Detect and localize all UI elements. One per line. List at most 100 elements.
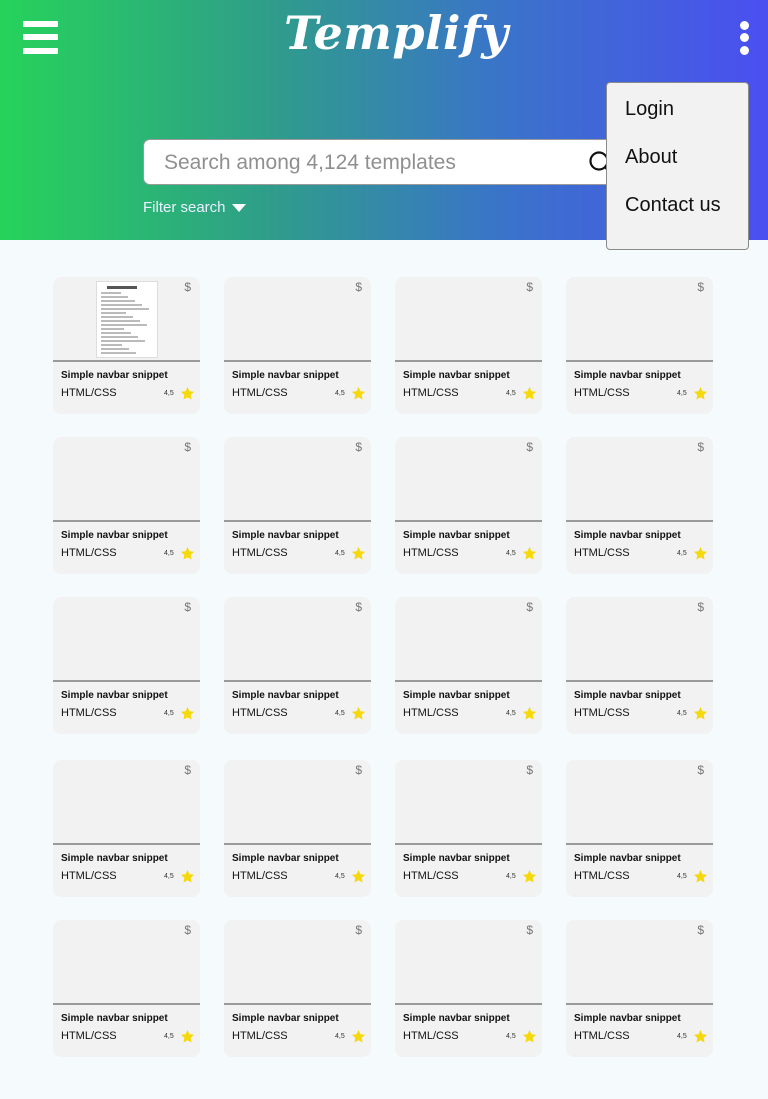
template-tech: HTML/CSS: [574, 707, 630, 719]
template-title: Simple navbar snippet: [232, 853, 339, 864]
price-icon: $: [526, 280, 533, 294]
template-thumbnail: [395, 277, 542, 362]
rating-value: 4,5: [677, 390, 687, 397]
template-tech: HTML/CSS: [232, 1030, 288, 1042]
menu-item-login[interactable]: Login: [625, 98, 674, 121]
rating-value: 4,5: [506, 710, 516, 717]
star-icon: [180, 706, 195, 720]
template-title: Simple navbar snippet: [61, 370, 168, 381]
template-card[interactable]: $ Simple navbar snippet HTML/CSS 4,5: [53, 437, 200, 574]
rating-value: 4,5: [677, 710, 687, 717]
rating-value: 4,5: [677, 550, 687, 557]
template-tech: HTML/CSS: [61, 547, 117, 559]
template-card[interactable]: $ Simple navbar snippet HTML/CSS 4,5: [53, 277, 200, 414]
price-icon: $: [355, 763, 362, 777]
price-icon: $: [355, 923, 362, 937]
rating-value: 4,5: [335, 550, 345, 557]
template-card[interactable]: $ Simple navbar snippet HTML/CSS 4,5: [566, 437, 713, 574]
template-card[interactable]: $ Simple navbar snippet HTML/CSS 4,5: [566, 597, 713, 734]
template-thumbnail: [395, 920, 542, 1005]
template-title: Simple navbar snippet: [232, 690, 339, 701]
template-card[interactable]: $ Simple navbar snippet HTML/CSS 4,5: [395, 920, 542, 1057]
template-thumbnail: [395, 760, 542, 845]
star-icon: [693, 546, 708, 560]
template-tech: HTML/CSS: [232, 547, 288, 559]
template-title: Simple navbar snippet: [574, 530, 681, 541]
rating-value: 4,5: [506, 390, 516, 397]
template-card[interactable]: $ Simple navbar snippet HTML/CSS 4,5: [224, 277, 371, 414]
kebab-menu-icon[interactable]: [738, 20, 752, 56]
template-thumbnail: [224, 597, 371, 682]
template-tech: HTML/CSS: [574, 387, 630, 399]
search-box: [143, 139, 643, 185]
star-icon: [180, 546, 195, 560]
template-card[interactable]: $ Simple navbar snippet HTML/CSS 4,5: [53, 760, 200, 897]
template-card[interactable]: $ Simple navbar snippet HTML/CSS 4,5: [566, 760, 713, 897]
price-icon: $: [184, 440, 191, 454]
template-title: Simple navbar snippet: [574, 1013, 681, 1024]
template-title: Simple navbar snippet: [574, 370, 681, 381]
template-tech: HTML/CSS: [232, 707, 288, 719]
price-icon: $: [184, 280, 191, 294]
star-icon: [693, 1029, 708, 1043]
template-title: Simple navbar snippet: [574, 853, 681, 864]
template-thumbnail: [395, 597, 542, 682]
rating-value: 4,5: [335, 1033, 345, 1040]
price-icon: $: [355, 280, 362, 294]
star-icon: [522, 706, 537, 720]
template-tech: HTML/CSS: [61, 870, 117, 882]
star-icon: [351, 386, 366, 400]
filter-search-label: Filter search: [143, 199, 226, 216]
template-title: Simple navbar snippet: [232, 370, 339, 381]
template-card[interactable]: $ Simple navbar snippet HTML/CSS 4,5: [224, 597, 371, 734]
logo[interactable]: Templify: [284, 6, 508, 60]
template-thumbnail: [224, 920, 371, 1005]
template-card[interactable]: $ Simple navbar snippet HTML/CSS 4,5: [224, 760, 371, 897]
template-card[interactable]: $ Simple navbar snippet HTML/CSS 4,5: [53, 920, 200, 1057]
template-tech: HTML/CSS: [232, 387, 288, 399]
template-thumbnail: [53, 760, 200, 845]
template-card[interactable]: $ Simple navbar snippet HTML/CSS 4,5: [395, 437, 542, 574]
template-thumbnail: [224, 760, 371, 845]
star-icon: [522, 386, 537, 400]
template-card[interactable]: $ Simple navbar snippet HTML/CSS 4,5: [566, 277, 713, 414]
caret-down-icon: [231, 204, 246, 213]
template-tech: HTML/CSS: [403, 547, 459, 559]
template-tech: HTML/CSS: [403, 387, 459, 399]
template-card[interactable]: $ Simple navbar snippet HTML/CSS 4,5: [395, 277, 542, 414]
template-title: Simple navbar snippet: [403, 370, 510, 381]
rating-value: 4,5: [164, 873, 174, 880]
template-thumbnail: [566, 437, 713, 522]
hamburger-menu-icon[interactable]: [23, 21, 58, 54]
star-icon: [351, 1029, 366, 1043]
template-title: Simple navbar snippet: [574, 690, 681, 701]
menu-item-contact-us[interactable]: Contact us: [625, 194, 721, 217]
template-card[interactable]: $ Simple navbar snippet HTML/CSS 4,5: [224, 920, 371, 1057]
rating-value: 4,5: [164, 550, 174, 557]
template-title: Simple navbar snippet: [61, 1013, 168, 1024]
template-thumbnail: [224, 437, 371, 522]
template-title: Simple navbar snippet: [61, 530, 168, 541]
template-card[interactable]: $ Simple navbar snippet HTML/CSS 4,5: [395, 760, 542, 897]
price-icon: $: [697, 440, 704, 454]
template-thumbnail: [566, 920, 713, 1005]
rating-value: 4,5: [164, 1033, 174, 1040]
template-thumbnail: [53, 437, 200, 522]
template-card[interactable]: $ Simple navbar snippet HTML/CSS 4,5: [224, 437, 371, 574]
star-icon: [522, 1029, 537, 1043]
search-input[interactable]: [162, 148, 576, 178]
star-icon: [180, 1029, 195, 1043]
filter-search-toggle[interactable]: Filter search: [143, 199, 246, 216]
template-title: Simple navbar snippet: [403, 853, 510, 864]
template-tech: HTML/CSS: [574, 547, 630, 559]
price-icon: $: [184, 600, 191, 614]
price-icon: $: [355, 440, 362, 454]
template-title: Simple navbar snippet: [61, 853, 168, 864]
template-card[interactable]: $ Simple navbar snippet HTML/CSS 4,5: [395, 597, 542, 734]
rating-value: 4,5: [677, 873, 687, 880]
rating-value: 4,5: [335, 390, 345, 397]
template-title: Simple navbar snippet: [232, 1013, 339, 1024]
template-card[interactable]: $ Simple navbar snippet HTML/CSS 4,5: [566, 920, 713, 1057]
template-card[interactable]: $ Simple navbar snippet HTML/CSS 4,5: [53, 597, 200, 734]
menu-item-about[interactable]: About: [625, 146, 677, 169]
